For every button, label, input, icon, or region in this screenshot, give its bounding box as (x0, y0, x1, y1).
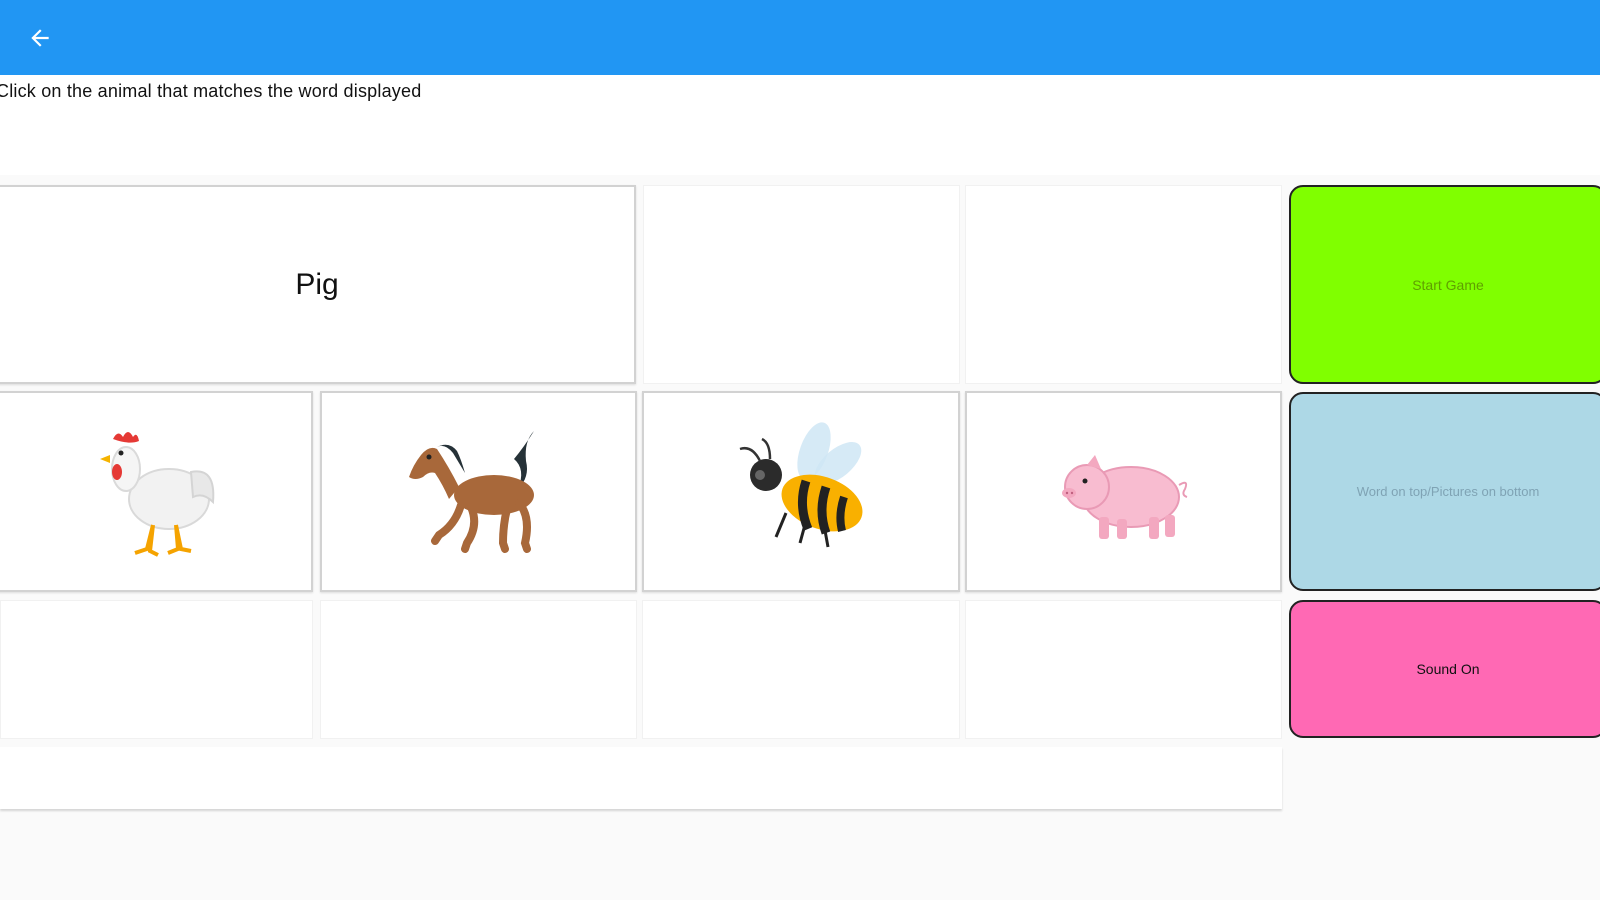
sound-label: Sound On (1416, 661, 1480, 677)
empty-cell (643, 185, 960, 384)
bee-icon (739, 421, 863, 547)
layout-mode-button[interactable]: Word on top/Pictures on bottom (1289, 392, 1600, 591)
target-word-box: Pig (0, 185, 636, 384)
arrow-left-icon (31, 29, 49, 47)
animal-card-rooster[interactable] (0, 391, 313, 592)
start-game-label: Start Game (1412, 276, 1484, 293)
pig-icon (1061, 454, 1187, 539)
horse-icon (408, 430, 534, 553)
animal-card-pig[interactable] (965, 391, 1282, 592)
animal-card-bee[interactable] (642, 391, 960, 592)
layout-mode-label: Word on top/Pictures on bottom (1356, 484, 1540, 499)
sound-toggle-button[interactable]: Sound On (1289, 600, 1600, 738)
app-bar (0, 0, 1600, 75)
empty-cell (320, 600, 637, 739)
empty-cell (0, 600, 313, 739)
back-button[interactable] (22, 20, 58, 56)
start-game-button[interactable]: Start Game (1289, 185, 1600, 384)
empty-cell (642, 600, 960, 739)
animal-card-horse[interactable] (320, 391, 637, 592)
empty-cell (965, 185, 1282, 384)
instruction-text: Click on the animal that matches the wor… (0, 81, 422, 101)
rooster-icon (99, 431, 214, 557)
target-word: Pig (295, 267, 339, 301)
bottom-panel (0, 747, 1282, 809)
empty-cell (965, 600, 1282, 739)
